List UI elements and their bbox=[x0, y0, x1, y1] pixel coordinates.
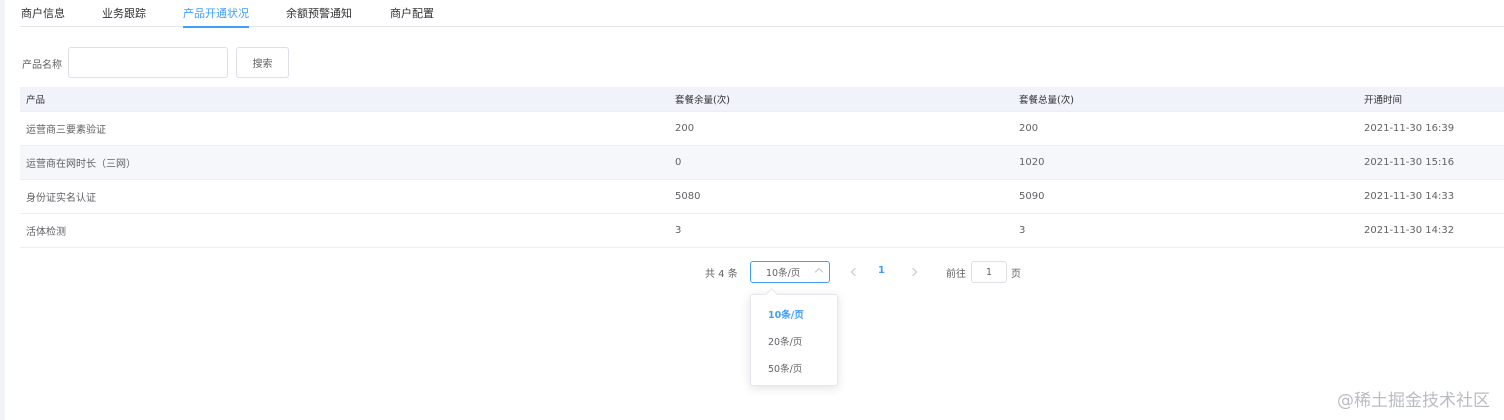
cell-remaining: 3 bbox=[675, 225, 682, 236]
table-row: 运营商在网时长（三网） 0 1020 2021-11-30 15:16 bbox=[20, 146, 1504, 180]
tab-business-tracking[interactable]: 业务跟踪 bbox=[102, 5, 146, 27]
cell-product: 运营商在网时长（三网） bbox=[26, 159, 136, 170]
table-row: 活体检测 3 3 2021-11-30 14:32 bbox=[20, 214, 1504, 248]
cell-total: 3 bbox=[1019, 225, 1026, 236]
page-size-option[interactable]: 50条/页 bbox=[751, 354, 837, 381]
table-header: 产品 套餐余量(次) 套餐总量(次) 开通时间 bbox=[20, 87, 1504, 112]
header-total: 套餐总量(次) bbox=[1019, 95, 1074, 106]
page-size-value: 10条/页 bbox=[766, 268, 801, 279]
tab-balance-alert[interactable]: 余额预警通知 bbox=[286, 5, 352, 27]
cell-product: 活体检测 bbox=[26, 227, 66, 238]
cell-total: 200 bbox=[1019, 123, 1039, 134]
header-remaining: 套餐余量(次) bbox=[675, 95, 730, 106]
goto-suffix: 页 bbox=[1011, 269, 1021, 280]
tab-product-status[interactable]: 产品开通状况 bbox=[183, 5, 249, 28]
cell-open-time: 2021-11-30 14:33 bbox=[1364, 191, 1455, 202]
cell-total: 1020 bbox=[1019, 157, 1045, 168]
header-open-time: 开通时间 bbox=[1364, 95, 1403, 106]
goto-label: 前往 bbox=[946, 269, 966, 280]
cell-total: 5090 bbox=[1019, 191, 1045, 202]
cell-product: 运营商三要素验证 bbox=[26, 125, 106, 136]
cell-remaining: 0 bbox=[675, 157, 682, 168]
page-number-current[interactable]: 1 bbox=[878, 265, 885, 276]
table-row: 运营商三要素验证 200 200 2021-11-30 16:39 bbox=[20, 112, 1504, 146]
product-name-input[interactable] bbox=[68, 47, 228, 78]
cell-open-time: 2021-11-30 15:16 bbox=[1364, 157, 1455, 168]
prev-page-button[interactable] bbox=[845, 263, 863, 281]
page-size-dropdown: 10条/页 20条/页 50条/页 bbox=[750, 294, 838, 386]
watermark: @稀土掘金技术社区 bbox=[1337, 391, 1490, 411]
product-table: 产品 套餐余量(次) 套餐总量(次) 开通时间 运营商三要素验证 200 200… bbox=[20, 87, 1504, 248]
page-size-select[interactable]: 10条/页 bbox=[750, 261, 830, 283]
page-size-option[interactable]: 10条/页 bbox=[751, 300, 837, 327]
chevron-up-icon bbox=[814, 267, 824, 277]
chevron-right-icon bbox=[908, 267, 918, 277]
tab-merchant-config[interactable]: 商户配置 bbox=[390, 5, 434, 27]
goto-page-input[interactable]: 1 bbox=[971, 261, 1007, 283]
table-row: 身份证实名认证 5080 5090 2021-11-30 14:33 bbox=[20, 180, 1504, 214]
left-edge-strip bbox=[0, 0, 5, 420]
cell-open-time: 2021-11-30 14:32 bbox=[1364, 225, 1455, 236]
cell-open-time: 2021-11-30 16:39 bbox=[1364, 123, 1455, 134]
header-product: 产品 bbox=[26, 95, 46, 106]
next-page-button[interactable] bbox=[906, 263, 924, 281]
chevron-left-icon bbox=[850, 267, 860, 277]
pagination-total: 共 4 条 bbox=[705, 269, 738, 280]
page-size-option[interactable]: 20条/页 bbox=[751, 327, 837, 354]
tab-bar: 商户信息 业务跟踪 产品开通状况 余额预警通知 商户配置 bbox=[20, 0, 1504, 28]
product-name-label: 产品名称 bbox=[22, 60, 62, 71]
cell-product: 身份证实名认证 bbox=[26, 193, 96, 204]
cell-remaining: 200 bbox=[675, 123, 695, 134]
tab-merchant-info[interactable]: 商户信息 bbox=[21, 5, 65, 27]
cell-remaining: 5080 bbox=[675, 191, 701, 202]
search-button[interactable]: 搜索 bbox=[236, 47, 289, 78]
